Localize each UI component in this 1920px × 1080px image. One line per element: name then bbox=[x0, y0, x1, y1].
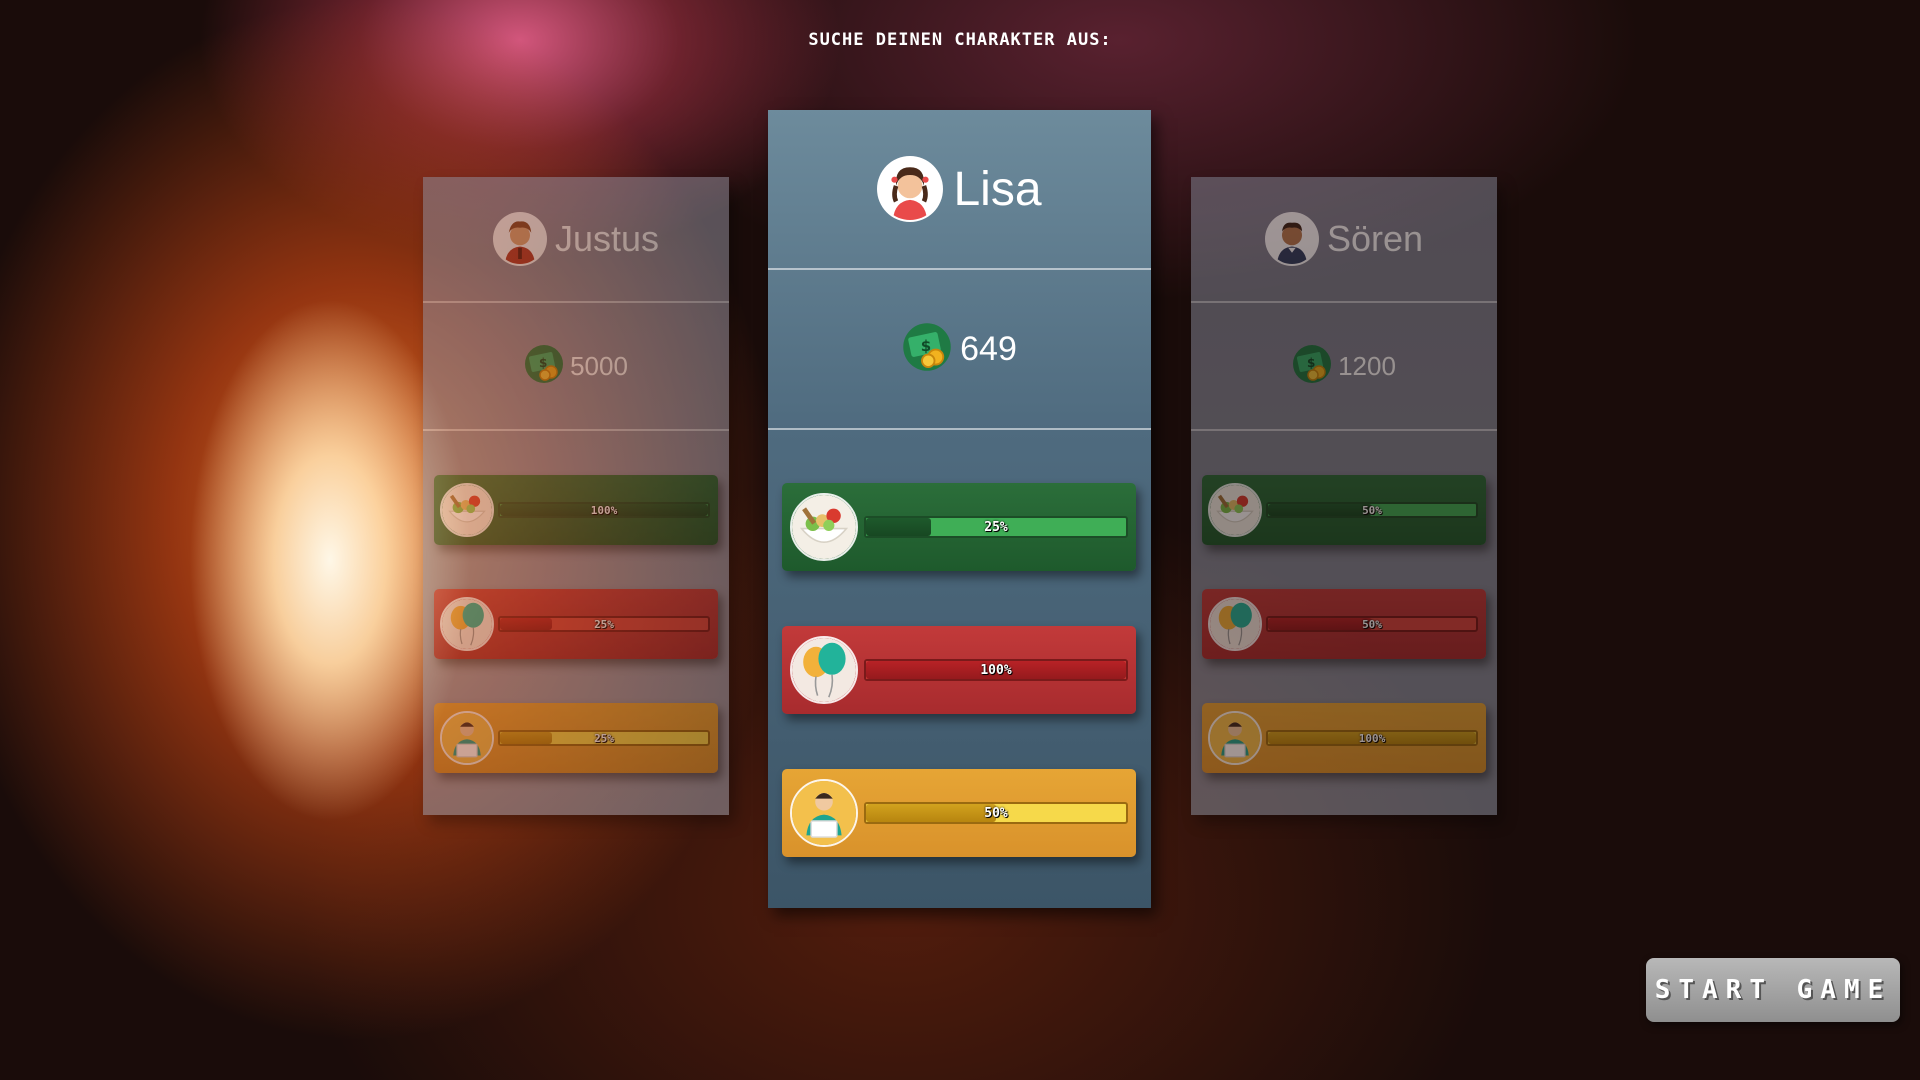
stat-fun: 100% bbox=[782, 626, 1136, 714]
fun-progress-bar: 25% bbox=[498, 616, 710, 632]
justus-avatar-icon bbox=[492, 212, 547, 266]
balloons-icon bbox=[440, 597, 494, 651]
stat-work: 100% bbox=[1202, 703, 1486, 773]
work-progress-bar: 25% bbox=[498, 730, 710, 746]
fun-progress-label: 50% bbox=[1362, 617, 1382, 631]
start-game-button[interactable]: START GAME bbox=[1646, 958, 1900, 1022]
character-header: Lisa bbox=[768, 110, 1151, 270]
office-worker-icon bbox=[1208, 711, 1262, 765]
character-card-lisa[interactable]: Lisa 649 25% 100% 50% bbox=[768, 110, 1151, 908]
fun-progress-label: 25% bbox=[594, 617, 614, 631]
character-name: Lisa bbox=[953, 162, 1042, 216]
fun-progress-bar: 50% bbox=[1266, 616, 1478, 632]
stat-work: 25% bbox=[434, 703, 718, 773]
food-progress-label: 25% bbox=[984, 519, 1008, 535]
food-progress-bar: 50% bbox=[1266, 502, 1478, 518]
stat-work: 50% bbox=[782, 769, 1136, 857]
character-money: 5000 bbox=[423, 303, 729, 431]
money-coins-icon bbox=[524, 344, 564, 389]
food-progress-bar: 25% bbox=[864, 516, 1128, 538]
food-bowl-icon bbox=[1208, 483, 1262, 537]
work-progress-label: 100% bbox=[1358, 731, 1386, 745]
character-card-soren[interactable]: Sören 1200 50% 50% 100% bbox=[1191, 177, 1497, 815]
food-bowl-icon bbox=[440, 483, 494, 537]
soren-avatar-icon bbox=[1264, 212, 1319, 266]
character-name: Justus bbox=[554, 218, 660, 259]
work-progress-label: 25% bbox=[594, 731, 614, 745]
fun-progress-bar: 100% bbox=[864, 659, 1128, 681]
money-value: 1200 bbox=[1338, 350, 1396, 381]
page-title: SUCHE DEINEN CHARAKTER AUS: bbox=[808, 30, 1112, 50]
money-coins-icon bbox=[902, 322, 952, 377]
balloons-icon bbox=[1208, 597, 1262, 651]
character-money: 1200 bbox=[1191, 303, 1497, 431]
food-bowl-icon bbox=[790, 493, 858, 561]
balloons-icon bbox=[790, 636, 858, 704]
character-name: Sören bbox=[1326, 218, 1424, 259]
stat-food: 25% bbox=[782, 483, 1136, 571]
money-value: 5000 bbox=[570, 350, 628, 381]
stat-fun: 50% bbox=[1202, 589, 1486, 659]
food-progress-label: 100% bbox=[590, 503, 618, 517]
money-value: 649 bbox=[960, 329, 1017, 368]
character-header: Justus bbox=[423, 177, 729, 303]
office-worker-icon bbox=[790, 779, 858, 847]
stat-fun: 25% bbox=[434, 589, 718, 659]
work-progress-bar: 100% bbox=[1266, 730, 1478, 746]
stat-food: 50% bbox=[1202, 475, 1486, 545]
character-money: 649 bbox=[768, 270, 1151, 430]
fun-progress-label: 100% bbox=[980, 662, 1012, 678]
work-progress-label: 50% bbox=[984, 805, 1008, 821]
lisa-avatar-icon bbox=[877, 156, 944, 222]
stat-food: 100% bbox=[434, 475, 718, 545]
character-header: Sören bbox=[1191, 177, 1497, 303]
character-card-justus[interactable]: Justus 5000 100% 25% 25% bbox=[423, 177, 729, 815]
work-progress-bar: 50% bbox=[864, 802, 1128, 824]
food-progress-bar: 100% bbox=[498, 502, 710, 518]
money-coins-icon bbox=[1292, 344, 1332, 389]
office-worker-icon bbox=[440, 711, 494, 765]
food-progress-label: 50% bbox=[1362, 503, 1382, 517]
